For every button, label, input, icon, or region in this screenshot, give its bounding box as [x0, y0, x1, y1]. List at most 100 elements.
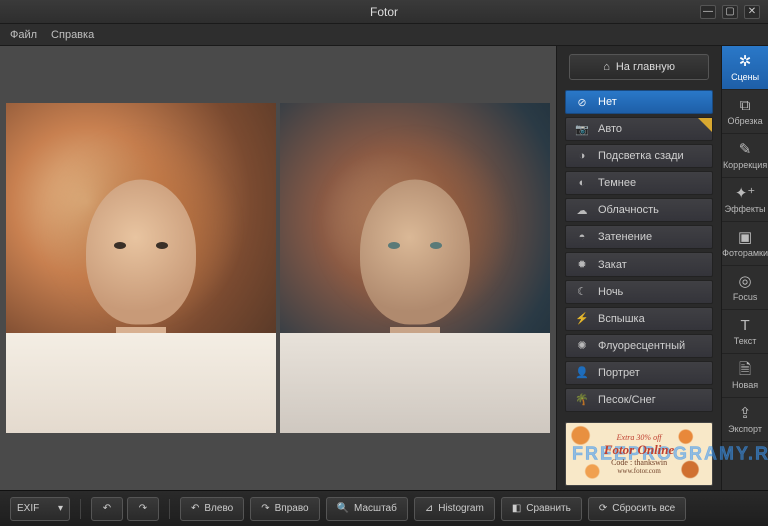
- scene-label: Песок/Снег: [598, 394, 656, 406]
- scene-icon: ☾: [574, 285, 590, 298]
- menu-file[interactable]: Файл: [10, 29, 37, 41]
- scene-icon: ◐: [574, 177, 590, 189]
- tool-label: Фоторамки: [722, 248, 768, 258]
- separator: [169, 499, 170, 519]
- tool-icon: ▣: [738, 230, 752, 245]
- scene-icon: ✺: [574, 339, 590, 352]
- rotate-left-label: Влево: [204, 503, 233, 514]
- app-title: Fotor: [0, 5, 768, 19]
- titlebar: Fotor — ▢ ✕: [0, 0, 768, 24]
- ad-url: www.fotor.com: [604, 467, 674, 475]
- scene-icon: ⊘: [574, 96, 590, 109]
- scene-list[interactable]: ⊘ Нет 📷 Авто ◑ Подсветка сзади ◐ Темнее ☁ Облачно…: [557, 90, 721, 416]
- tool-label: Сцены: [731, 72, 759, 82]
- tool-icon: ◎: [739, 274, 752, 289]
- scene-item-10[interactable]: 👤Портрет: [565, 361, 713, 385]
- compare-button[interactable]: ◧Сравнить: [501, 497, 582, 521]
- histogram-label: Histogram: [438, 503, 484, 514]
- reset-label: Сбросить все: [612, 503, 675, 514]
- scene-item-4[interactable]: ☁ Облачность: [565, 198, 713, 222]
- scene-icon: ◓: [574, 231, 590, 243]
- tool-icon: ✦⁺: [735, 186, 756, 201]
- side-panel: ⌂ На главную ⊘ Нет 📷 Авто ◑ Подсветка сзади ◐ Т…: [556, 46, 721, 490]
- scene-label: Вспышка: [598, 313, 645, 325]
- scene-icon: ◑: [574, 150, 590, 162]
- separator: [80, 499, 81, 519]
- tool-label: Коррекция: [723, 160, 767, 170]
- photo-edited[interactable]: [280, 103, 550, 433]
- rotate-right-label: Вправо: [275, 503, 309, 514]
- scene-item-2[interactable]: ◑ Подсветка сзади: [565, 144, 713, 168]
- tool-новая[interactable]: 🗎Новая: [722, 354, 768, 398]
- scene-label: Нет: [598, 96, 617, 108]
- tool-экспорт[interactable]: ⇪ Экспорт: [722, 398, 768, 442]
- scene-label: Подсветка сзади: [598, 150, 684, 162]
- tool-icon: ⇪: [739, 406, 752, 421]
- tool-фоторамки[interactable]: ▣ Фоторамки: [722, 222, 768, 266]
- scene-label: Флуоресцентный: [598, 340, 685, 352]
- tool-label: Эффекты: [725, 204, 766, 214]
- scene-label: Ночь: [598, 286, 623, 298]
- reset-button[interactable]: ⟳Сбросить все: [588, 497, 686, 521]
- scene-item-1[interactable]: 📷 Авто: [565, 117, 713, 141]
- tool-label: Обрезка: [727, 116, 762, 126]
- rotate-left-button[interactable]: ↶ Влево: [180, 497, 244, 521]
- tool-текст[interactable]: T Текст: [722, 310, 768, 354]
- scene-label: Облачность: [598, 204, 659, 216]
- rotate-left-icon: ↶: [191, 503, 199, 514]
- ad-extra: Extra 30% off: [604, 433, 674, 442]
- tool-коррекция[interactable]: ✎ Коррекция: [722, 134, 768, 178]
- scene-item-5[interactable]: ◓ Затенение: [565, 225, 713, 249]
- zoom-label: Масштаб: [354, 503, 397, 514]
- tool-сцены[interactable]: ✲ Сцены: [722, 46, 768, 90]
- home-button[interactable]: ⌂ На главную: [569, 54, 709, 80]
- tool-label: Текст: [734, 336, 757, 346]
- zoom-button[interactable]: 🔍 Масштаб: [326, 497, 408, 521]
- ad-banner[interactable]: FREEPROGRAMY.RU Extra 30% off Fotor Onli…: [565, 422, 713, 486]
- scene-icon: ✹: [574, 258, 590, 271]
- redo-button[interactable]: ↷: [127, 497, 159, 521]
- scene-item-3[interactable]: ◐ Темнее: [565, 171, 713, 195]
- new-flag-icon: [698, 118, 712, 132]
- bottom-bar: EXIF ▾ ↶ ↷ ↶ Влево ↷Вправо 🔍 Масштаб ⊿Hist…: [0, 490, 768, 526]
- tool-column: ✲ Сцены ⧉ Обрезка ✎ Коррекция ✦⁺ Эффекты ▣ Фотора…: [721, 46, 768, 490]
- tool-label: Экспорт: [728, 424, 762, 434]
- tool-icon: ✎: [739, 142, 752, 157]
- tool-label: Новая: [732, 380, 758, 390]
- ad-main: Fotor Online: [604, 442, 674, 458]
- scene-item-6[interactable]: ✹Закат: [565, 252, 713, 276]
- rotate-right-button[interactable]: ↷Вправо: [250, 497, 319, 521]
- undo-button[interactable]: ↶: [91, 497, 123, 521]
- scene-item-9[interactable]: ✺ Флуоресцентный: [565, 334, 713, 358]
- menu-help[interactable]: Справка: [51, 29, 94, 41]
- scene-item-11[interactable]: 🌴Песок/Снег: [565, 388, 713, 412]
- compare-label: Сравнить: [526, 503, 571, 514]
- scene-item-8[interactable]: ⚡Вспышка: [565, 307, 713, 331]
- undo-icon: ↶: [103, 503, 111, 514]
- tool-обрезка[interactable]: ⧉ Обрезка: [722, 90, 768, 134]
- home-label: На главную: [616, 61, 675, 73]
- scene-label: Затенение: [598, 231, 652, 243]
- scene-item-7[interactable]: ☾ Ночь: [565, 280, 713, 304]
- exif-label: EXIF: [17, 503, 39, 514]
- redo-icon: ↷: [139, 503, 147, 514]
- menubar: Файл Справка: [0, 24, 768, 46]
- exif-button[interactable]: EXIF ▾: [10, 497, 70, 521]
- tool-эффекты[interactable]: ✦⁺ Эффекты: [722, 178, 768, 222]
- tool-icon: ⧉: [740, 98, 751, 113]
- canvas-area: [0, 46, 556, 490]
- chevron-down-icon: ▾: [58, 503, 63, 514]
- zoom-icon: 🔍: [337, 503, 349, 514]
- tool-icon: T: [740, 318, 749, 333]
- photo-compare: [4, 50, 552, 486]
- scene-icon: ☁: [574, 204, 590, 217]
- histogram-button[interactable]: ⊿Histogram: [414, 497, 495, 521]
- scene-item-0[interactable]: ⊘ Нет: [565, 90, 713, 114]
- tool-icon: ✲: [739, 54, 752, 69]
- scene-icon: 📷: [574, 123, 590, 136]
- scene-label: Авто: [598, 123, 622, 135]
- photo-original[interactable]: [6, 103, 276, 433]
- scene-label: Темнее: [598, 177, 636, 189]
- tool-focus[interactable]: ◎Focus: [722, 266, 768, 310]
- ad-code: Code : thankswin: [604, 458, 674, 467]
